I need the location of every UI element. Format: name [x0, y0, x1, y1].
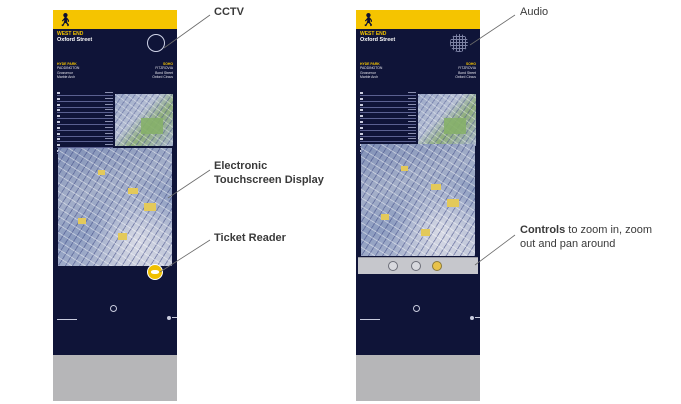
leader-controls: [474, 234, 516, 266]
directions-right: SOHO FITZROVIA Bond Street Oxford Circus: [420, 62, 476, 79]
footer-logo-mark: [475, 317, 480, 318]
touchscreen-map[interactable]: [58, 148, 172, 266]
grey-base: [53, 355, 177, 401]
roundel-icon: [413, 305, 420, 312]
walking-person-icon: 🚶︎: [360, 12, 377, 27]
totem-right: 🚶︎ WEST END Oxford Street HYDE PARK PADD…: [356, 10, 480, 401]
direction-item: Oxford Circus: [152, 74, 173, 79]
pan-button[interactable]: [432, 261, 442, 271]
callout-display-line2: Touchscreen Display: [214, 174, 324, 186]
callout-controls-bold: Controls: [520, 224, 566, 236]
overview-map: [115, 94, 173, 146]
footer-rule: [57, 319, 77, 320]
touchscreen-map[interactable]: [361, 144, 475, 256]
yellow-header-band: 🚶︎: [53, 10, 177, 29]
totem-left: 🚶︎ WEST END Oxford Street HYDE PARK PADD…: [53, 10, 177, 401]
camera-dome-icon: [147, 34, 165, 52]
map-controls: [358, 257, 478, 274]
directions-right: SOHO FITZROVIA Bond Street Oxford Circus: [117, 62, 173, 79]
directions-left: HYDE PARK PADDINGTON Grosvenor Marble Ar…: [57, 62, 113, 79]
direction-item: Oxford Circus: [455, 74, 476, 79]
footer-rule: [360, 319, 380, 320]
destination-list: [360, 92, 416, 154]
roundel-icon: [110, 305, 117, 312]
callout-cctv: CCTV: [214, 6, 244, 18]
direction-item: Marble Arch: [57, 74, 76, 79]
footer-logo-icon: [470, 316, 474, 320]
speaker-grille-icon: [450, 34, 468, 52]
grey-base: [356, 355, 480, 401]
zoom-in-button[interactable]: [388, 261, 398, 271]
street-name: Oxford Street: [360, 37, 396, 43]
street-name: Oxford Street: [57, 37, 93, 43]
callout-controls-line2: out and pan around: [520, 238, 616, 250]
card-reader-icon[interactable]: [147, 264, 163, 280]
footer-logo-icon: [167, 316, 171, 320]
callout-ticket-reader: Ticket Reader: [214, 232, 286, 244]
callout-audio: Audio: [520, 6, 549, 18]
directions-left: HYDE PARK PADDINGTON Grosvenor Marble Ar…: [360, 62, 416, 79]
callout-controls-rest: to zoom in, zoom: [568, 224, 653, 236]
callout-display-line1: Electronic: [214, 160, 268, 172]
callout-controls-line1: Controls to zoom in, zoom: [520, 224, 652, 237]
zoom-out-button[interactable]: [411, 261, 421, 271]
overview-map: [418, 94, 476, 146]
yellow-header-band: 🚶︎: [356, 10, 480, 29]
walking-person-icon: 🚶︎: [57, 12, 74, 27]
footer-logo-mark: [172, 317, 177, 318]
destination-list: [57, 92, 113, 154]
direction-item: Marble Arch: [360, 74, 379, 79]
